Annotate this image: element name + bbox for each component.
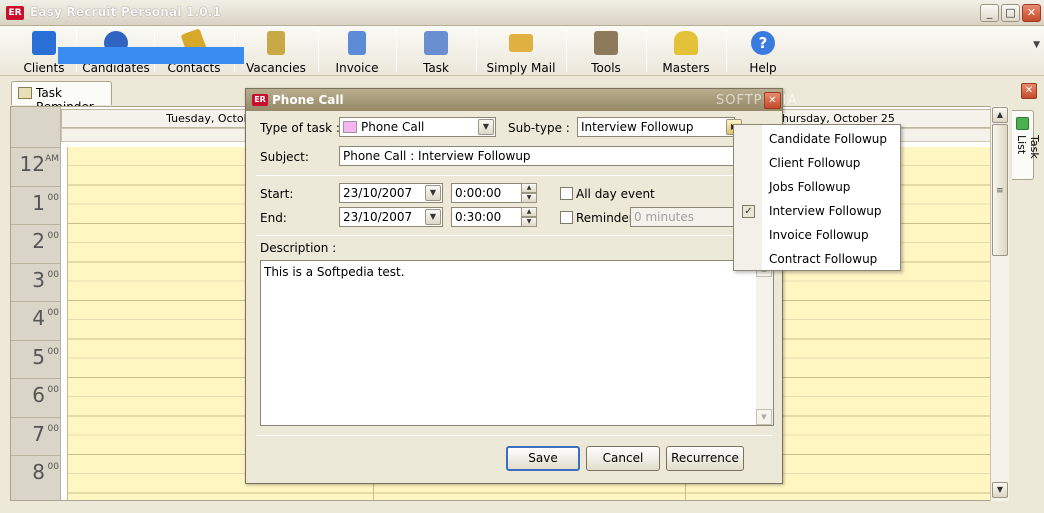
dialog-app-icon: ER bbox=[252, 94, 268, 106]
task-color-swatch bbox=[343, 121, 357, 133]
menu-gutter bbox=[734, 125, 762, 270]
close-window-button[interactable]: ✕ bbox=[1022, 4, 1041, 22]
description-label: Description : bbox=[260, 241, 337, 255]
type-of-task-label: Type of task : bbox=[260, 121, 340, 135]
menu-item-interview-followup[interactable]: Interview Followup bbox=[769, 204, 881, 218]
dialog-close-button[interactable]: ✕ bbox=[764, 92, 781, 109]
menu-item-jobs-followup[interactable]: Jobs Followup bbox=[769, 180, 850, 194]
calendar-scrollbar[interactable]: ▲ ≡ ▼ bbox=[990, 106, 1009, 501]
app-icon: ER bbox=[6, 6, 24, 20]
end-time-spinner[interactable]: ▲ ▼ bbox=[521, 207, 537, 227]
task-icon bbox=[424, 31, 448, 55]
toolbar-help-button[interactable]: ? Help bbox=[734, 28, 792, 75]
start-time-spinner[interactable]: ▲ ▼ bbox=[521, 183, 537, 203]
reminder-label: Reminder: bbox=[576, 211, 638, 225]
dialog-title: Phone Call bbox=[272, 93, 344, 107]
scroll-grip-icon: ≡ bbox=[996, 186, 1004, 196]
phone-call-dialog: ER Phone Call SOFTPEDIA ✕ Type of task :… bbox=[245, 88, 796, 484]
mail-icon bbox=[509, 34, 533, 52]
minimize-button[interactable]: _ bbox=[980, 4, 999, 22]
end-date-chevron-icon[interactable]: ▼ bbox=[425, 209, 441, 225]
cancel-button[interactable]: Cancel bbox=[586, 446, 660, 471]
toolbar-tools-button[interactable]: Tools bbox=[572, 28, 640, 75]
subject-input[interactable]: Phone Call : Interview Followup bbox=[339, 146, 737, 166]
task-list-side-tab[interactable]: Task List bbox=[1012, 110, 1041, 180]
type-dropdown-chevron-icon[interactable]: ▼ bbox=[478, 119, 494, 135]
start-label: Start: bbox=[260, 187, 294, 201]
all-day-label: All day event bbox=[576, 187, 655, 201]
masters-icon bbox=[674, 31, 698, 55]
vacancies-icon bbox=[267, 31, 285, 55]
toolbar-invoice-button[interactable]: Invoice bbox=[322, 28, 392, 75]
reminder-checkbox[interactable] bbox=[560, 211, 573, 224]
window-title: Easy Recruit Personal 1.0.1 bbox=[30, 5, 222, 19]
sub-type-label: Sub-type : bbox=[508, 121, 570, 135]
divider bbox=[256, 235, 772, 236]
toolbar-simply-mail-button[interactable]: Simply Mail bbox=[482, 28, 560, 75]
menu-item-contract-followup[interactable]: Contract Followup bbox=[769, 252, 877, 266]
scroll-up-icon[interactable]: ▲ bbox=[992, 107, 1008, 123]
title-bar: ER Easy Recruit Personal 1.0.1 _ □ ✕ bbox=[0, 0, 1044, 26]
desc-scroll-down-icon[interactable]: ▼ bbox=[756, 409, 772, 425]
sub-type-select[interactable]: Interview Followup bbox=[577, 117, 735, 137]
save-button[interactable]: Save bbox=[506, 446, 580, 471]
toolbar-masters-button[interactable]: Masters bbox=[652, 28, 720, 75]
clients-icon bbox=[32, 31, 56, 55]
maximize-button[interactable]: □ bbox=[1001, 4, 1020, 22]
watermark: SOFTPEDIA bbox=[716, 93, 798, 108]
menu-item-client-followup[interactable]: Client Followup bbox=[769, 156, 860, 170]
all-day-checkbox[interactable] bbox=[560, 187, 573, 200]
menu-item-invoice-followup[interactable]: Invoice Followup bbox=[769, 228, 869, 242]
reminder-input[interactable]: 0 minutes bbox=[630, 207, 736, 227]
help-icon: ? bbox=[751, 31, 775, 55]
hour-ruler: 12 AM 1 00 2 00 3 00 4 00 5 00 6 00 7 00 8 00 bbox=[11, 147, 61, 500]
subject-label: Subject: bbox=[260, 150, 309, 164]
scroll-down-icon[interactable]: ▼ bbox=[992, 482, 1008, 498]
start-date-chevron-icon[interactable]: ▼ bbox=[425, 185, 441, 201]
task-list-icon bbox=[1016, 117, 1029, 130]
divider bbox=[256, 175, 772, 176]
type-of-task-select[interactable]: Phone Call bbox=[339, 117, 496, 137]
selected-time-slot[interactable] bbox=[58, 47, 244, 64]
calendar-corner bbox=[11, 107, 61, 147]
description-textarea[interactable]: This is a Softpedia test. ▲ ▼ bbox=[260, 260, 774, 426]
tools-icon bbox=[594, 31, 618, 55]
invoice-icon bbox=[348, 31, 366, 55]
checkmark-icon: ✓ bbox=[742, 205, 755, 218]
sub-type-menu: Candidate Followup Client Followup Jobs … bbox=[733, 124, 901, 271]
description-scrollbar[interactable]: ▲ ▼ bbox=[756, 261, 773, 425]
dialog-title-bar[interactable]: ER Phone Call SOFTPEDIA ✕ bbox=[246, 89, 796, 111]
recurrence-button[interactable]: Recurrence bbox=[666, 446, 744, 471]
menu-item-candidate-followup[interactable]: Candidate Followup bbox=[769, 132, 887, 146]
end-label: End: bbox=[260, 211, 287, 225]
divider bbox=[256, 435, 772, 436]
close-tab-button[interactable]: ✕ bbox=[1021, 83, 1037, 99]
task-reminder-icon bbox=[18, 87, 32, 99]
toolbar-overflow-chevron-icon[interactable]: ▼ bbox=[1033, 40, 1040, 50]
tab-task-reminder[interactable]: Task Reminder bbox=[11, 81, 112, 114]
toolbar-vacancies-button[interactable]: Vacancies bbox=[238, 28, 314, 75]
toolbar-task-button[interactable]: Task bbox=[400, 28, 472, 75]
